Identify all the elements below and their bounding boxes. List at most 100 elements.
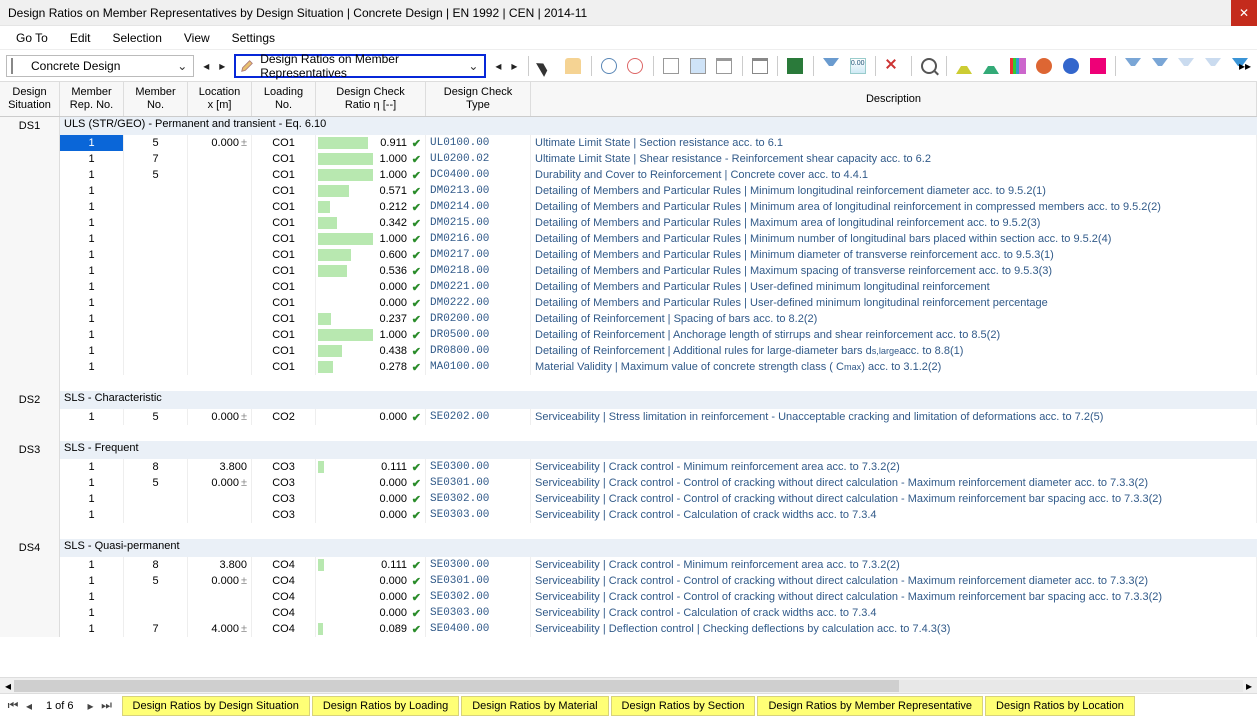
cell-loading[interactable]: CO1 [252, 327, 316, 343]
group-row[interactable]: DS3SLS - Frequent [0, 441, 1257, 459]
cell-check-type[interactable]: SE0400.00 [426, 621, 531, 637]
table-row[interactable]: 1 CO1 0.571✔ DM0213.00 Detailing of Memb… [0, 183, 1257, 199]
cell-loading[interactable]: CO1 [252, 343, 316, 359]
cell-location[interactable]: 4.000± [188, 621, 252, 637]
table-row[interactable]: 1 CO3 0.000✔ SE0302.00 Serviceability | … [0, 491, 1257, 507]
sheet-tab[interactable]: Design Ratios by Material [461, 696, 608, 716]
sheet-tab[interactable]: Design Ratios by Design Situation [122, 696, 310, 716]
cell-description[interactable]: Serviceability | Stress limitation in re… [531, 409, 1257, 425]
cell-location[interactable] [188, 247, 252, 263]
cell-check-type[interactable]: DM0218.00 [426, 263, 531, 279]
table-row[interactable]: 1 5 0.000± CO3 0.000✔ SE0301.00 Servicea… [0, 475, 1257, 491]
cell-check-type[interactable]: SE0300.00 [426, 557, 531, 573]
cell-loading[interactable]: CO1 [252, 199, 316, 215]
cell-rep-no[interactable]: 1 [60, 459, 124, 475]
cell-location[interactable] [188, 359, 252, 375]
header-location[interactable]: Location x [m] [188, 82, 252, 116]
cell-location[interactable] [188, 183, 252, 199]
cell-loading[interactable]: CO2 [252, 409, 316, 425]
cell-check-type[interactable]: SE0303.00 [426, 507, 531, 523]
cell-description[interactable]: Detailing of Reinforcement | Anchorage l… [531, 327, 1257, 343]
excel-export-button[interactable] [784, 55, 807, 77]
cell-loading[interactable]: CO3 [252, 475, 316, 491]
toggle-panes-button[interactable] [660, 55, 683, 77]
header-type[interactable]: Design Check Type [426, 82, 531, 116]
cell-check-type[interactable]: UL0200.02 [426, 151, 531, 167]
sheet-tab[interactable]: Design Ratios by Section [611, 696, 756, 716]
cell-rep-no[interactable]: 1 [60, 183, 124, 199]
cell-member-no[interactable]: 5 [124, 475, 188, 491]
cell-rep-no[interactable]: 1 [60, 409, 124, 425]
cell-description[interactable]: Material Validity | Maximum value of con… [531, 359, 1257, 375]
cell-rep-no[interactable]: 1 [60, 507, 124, 523]
cell-ratio[interactable]: 0.438✔ [316, 343, 426, 359]
cell-description[interactable]: Serviceability | Crack control - Control… [531, 573, 1257, 589]
cell-member-no[interactable] [124, 359, 188, 375]
vfilter1-button[interactable] [1122, 55, 1145, 77]
cell-location[interactable] [188, 311, 252, 327]
cell-rep-no[interactable]: 1 [60, 151, 124, 167]
cell-check-type[interactable]: DM0222.00 [426, 295, 531, 311]
header-loading[interactable]: Loading No. [252, 82, 316, 116]
cell-member-no[interactable]: 5 [124, 573, 188, 589]
cell-description[interactable]: Detailing of Members and Particular Rule… [531, 263, 1257, 279]
cell-loading[interactable]: CO1 [252, 359, 316, 375]
menu-edit[interactable]: Edit [60, 29, 101, 47]
table-row[interactable]: 1 8 3.800 CO3 0.111✔ SE0300.00 Serviceab… [0, 459, 1257, 475]
cell-ratio[interactable]: 0.000✔ [316, 491, 426, 507]
cell-loading[interactable]: CO3 [252, 491, 316, 507]
cell-check-type[interactable]: DR0500.00 [426, 327, 531, 343]
cell-description[interactable]: Detailing of Members and Particular Rule… [531, 231, 1257, 247]
cell-ratio[interactable]: 0.000✔ [316, 605, 426, 621]
cell-rep-no[interactable]: 1 [60, 263, 124, 279]
cell-loading[interactable]: CO4 [252, 621, 316, 637]
table-row[interactable]: 1 CO1 0.536✔ DM0218.00 Detailing of Memb… [0, 263, 1257, 279]
cell-check-type[interactable]: DM0216.00 [426, 231, 531, 247]
tabs-next-button[interactable]: ▸ [84, 699, 98, 713]
cell-ratio[interactable]: 0.000✔ [316, 507, 426, 523]
cell-loading[interactable]: CO1 [252, 167, 316, 183]
cell-location[interactable]: 0.000± [188, 409, 252, 425]
cell-ratio[interactable]: 0.111✔ [316, 459, 426, 475]
cell-check-type[interactable]: SE0302.00 [426, 589, 531, 605]
cell-description[interactable]: Detailing of Members and Particular Rule… [531, 215, 1257, 231]
cell-description[interactable]: Serviceability | Crack control - Calcula… [531, 605, 1257, 621]
table-row[interactable]: 1 5 0.000± CO1 0.911✔ UL0100.00 Ultimate… [0, 135, 1257, 151]
cell-location[interactable] [188, 151, 252, 167]
cell-member-no[interactable] [124, 183, 188, 199]
cell-loading[interactable]: CO4 [252, 573, 316, 589]
marker2-button[interactable] [1060, 55, 1083, 77]
cell-description[interactable]: Serviceability | Crack control - Minimum… [531, 557, 1257, 573]
cell-ratio[interactable]: 0.571✔ [316, 183, 426, 199]
cell-description[interactable]: Ultimate Limit State | Shear resistance … [531, 151, 1257, 167]
cell-member-no[interactable] [124, 605, 188, 621]
cell-description[interactable]: Detailing of Members and Particular Rule… [531, 295, 1257, 311]
cell-loading[interactable]: CO3 [252, 459, 316, 475]
cell-member-no[interactable] [124, 215, 188, 231]
cell-description[interactable]: Detailing of Reinforcement | Additional … [531, 343, 1257, 359]
cell-location[interactable] [188, 507, 252, 523]
table-row[interactable]: 1 CO1 0.342✔ DM0215.00 Detailing of Memb… [0, 215, 1257, 231]
table-row[interactable]: 1 CO1 0.000✔ DM0221.00 Detailing of Memb… [0, 279, 1257, 295]
header-member-no[interactable]: Member No. [124, 82, 188, 116]
cell-loading[interactable]: CO1 [252, 215, 316, 231]
cell-member-no[interactable] [124, 295, 188, 311]
prev-table-button[interactable]: ◂ [490, 59, 506, 73]
cell-check-type[interactable]: DM0213.00 [426, 183, 531, 199]
cell-location[interactable] [188, 215, 252, 231]
cell-check-type[interactable]: DC0400.00 [426, 167, 531, 183]
cell-location[interactable] [188, 263, 252, 279]
table-row[interactable]: 1 5 0.000± CO4 0.000✔ SE0301.00 Servicea… [0, 573, 1257, 589]
header-situation[interactable]: Design Situation [0, 82, 60, 116]
table-row[interactable]: 1 5 0.000± CO2 0.000✔ SE0202.00 Servicea… [0, 409, 1257, 425]
cell-loading[interactable]: CO1 [252, 151, 316, 167]
cell-description[interactable]: Serviceability | Deflection control | Ch… [531, 621, 1257, 637]
cell-rep-no[interactable]: 1 [60, 167, 124, 183]
cell-ratio[interactable]: 0.911✔ [316, 135, 426, 151]
table-row[interactable]: 1 7 4.000± CO4 0.089✔ SE0400.00 Servicea… [0, 621, 1257, 637]
cell-loading[interactable]: CO4 [252, 589, 316, 605]
table-row[interactable]: 1 7 CO1 1.000✔ UL0200.02 Ultimate Limit … [0, 151, 1257, 167]
cell-loading[interactable]: CO1 [252, 311, 316, 327]
toolbar-scroll-right[interactable]: ▸▸ [1239, 59, 1251, 73]
cell-rep-no[interactable]: 1 [60, 621, 124, 637]
